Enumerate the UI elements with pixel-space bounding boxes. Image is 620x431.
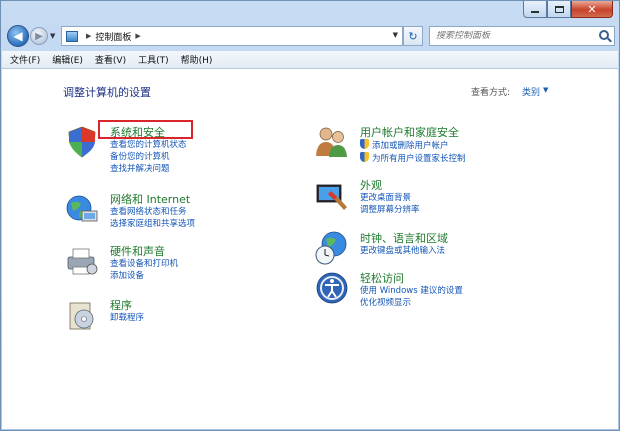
breadcrumb-chevron-icon[interactable]: ▶	[86, 32, 91, 40]
category-title[interactable]: 硬件和声音	[110, 243, 165, 259]
category-links: 查看网络状态和任务 选择家庭组和共享选项	[110, 206, 195, 230]
refresh-button[interactable]: ↻	[403, 26, 423, 46]
address-row: ◀ ▶ ▼ ▶ 控制面板 ▶ ▼ ↻	[1, 23, 619, 49]
link-network-status[interactable]: 查看网络状态和任务	[110, 206, 195, 218]
maximize-button[interactable]	[547, 1, 571, 18]
category-title[interactable]: 轻松访问	[360, 270, 404, 286]
clock-globe-icon[interactable]	[314, 230, 350, 266]
menu-edit[interactable]: 编辑(E)	[52, 53, 83, 66]
link-backup[interactable]: 备份您的计算机	[110, 151, 187, 163]
link-devices-printers[interactable]: 查看设备和打印机	[110, 258, 178, 270]
link-troubleshoot[interactable]: 查找并解决问题	[110, 163, 187, 175]
link-parental-controls[interactable]: 为所有用户设置家长控制	[360, 152, 466, 165]
category-links: 查看您的计算机状态 备份您的计算机 查找并解决问题	[110, 139, 187, 175]
link-check-status[interactable]: 查看您的计算机状态	[110, 139, 187, 151]
highlight-annotation	[98, 120, 193, 139]
view-by-label: 查看方式:	[471, 88, 511, 98]
arrow-left-icon: ◀	[13, 29, 23, 43]
printer-icon[interactable]	[64, 243, 100, 279]
menu-bar: 文件(F) 编辑(E) 查看(V) 工具(T) 帮助(H)	[2, 51, 618, 69]
category-title[interactable]: 外观	[360, 177, 382, 193]
link-optimize-display[interactable]: 优化视频显示	[360, 297, 463, 309]
control-panel-icon	[66, 30, 78, 42]
control-panel-window: ✕ ◀ ▶ ▼ ▶ 控制面板 ▶ ▼ ↻ 文件(F) 编辑(E) 查看(V	[0, 0, 620, 431]
minimize-icon	[531, 10, 539, 13]
appearance-icon[interactable]	[314, 177, 350, 213]
category-title[interactable]: 网络和 Internet	[110, 191, 190, 207]
link-homegroup[interactable]: 选择家庭组和共享选项	[110, 218, 195, 230]
address-dropdown-icon[interactable]: ▼	[393, 31, 398, 39]
caption-buttons: ✕	[523, 1, 613, 18]
search-box[interactable]	[429, 26, 615, 46]
users-icon[interactable]	[314, 124, 350, 160]
menu-help[interactable]: 帮助(H)	[181, 53, 213, 66]
chevron-down-icon[interactable]: ▼	[543, 86, 548, 94]
search-input[interactable]	[436, 31, 586, 41]
back-button[interactable]: ◀	[7, 25, 29, 47]
link-change-keyboard[interactable]: 更改键盘或其他输入法	[360, 245, 445, 257]
category-title[interactable]: 用户帐户和家庭安全	[360, 124, 459, 140]
uac-shield-icon	[360, 152, 369, 162]
programs-icon[interactable]	[64, 297, 100, 333]
breadcrumb-chevron-icon[interactable]: ▶	[135, 32, 140, 40]
close-button[interactable]: ✕	[571, 1, 613, 18]
link-add-device[interactable]: 添加设备	[110, 270, 178, 282]
close-icon: ✕	[587, 2, 597, 16]
breadcrumb-control-panel[interactable]: 控制面板	[95, 30, 131, 43]
minimize-button[interactable]	[523, 1, 547, 18]
forward-button[interactable]: ▶	[30, 27, 48, 45]
search-icon[interactable]	[599, 30, 609, 40]
category-links: 查看设备和打印机 添加设备	[110, 258, 178, 282]
shield-icon[interactable]	[64, 124, 100, 160]
category-links: 使用 Windows 建议的设置 优化视频显示	[360, 285, 463, 309]
maximize-icon	[554, 5, 564, 13]
category-links: 添加或删除用户帐户 为所有用户设置家长控制	[360, 139, 466, 165]
category-title[interactable]: 时钟、语言和区域	[360, 230, 448, 246]
category-title[interactable]: 程序	[110, 297, 132, 313]
menu-view[interactable]: 查看(V)	[95, 53, 126, 66]
content-area: 调整计算机的设置 查看方式: 类别 ▼ 系统和安全 查看您的计算机状态 备份您的…	[2, 69, 618, 429]
category-links: 更改键盘或其他输入法	[360, 245, 445, 257]
category-links: 卸载程序	[110, 312, 144, 324]
recent-pages-button[interactable]: ▼	[50, 32, 55, 40]
refresh-icon: ↻	[408, 29, 418, 43]
link-uninstall[interactable]: 卸载程序	[110, 312, 144, 324]
link-recommended-settings[interactable]: 使用 Windows 建议的设置	[360, 285, 463, 297]
link-add-remove-accounts[interactable]: 添加或删除用户帐户	[360, 139, 466, 152]
uac-shield-icon	[360, 139, 369, 149]
chevron-down-icon: ▼	[50, 32, 56, 40]
category-links: 更改桌面背景 调整屏幕分辨率	[360, 192, 420, 216]
arrow-right-icon: ▶	[35, 30, 43, 42]
view-by-dropdown[interactable]: 类别	[522, 85, 540, 98]
menu-tools[interactable]: 工具(T)	[138, 53, 169, 66]
address-bar[interactable]: ▶ 控制面板 ▶ ▼	[61, 26, 403, 46]
menu-file[interactable]: 文件(F)	[10, 53, 40, 66]
accessibility-icon[interactable]	[314, 270, 350, 306]
page-title: 调整计算机的设置	[63, 86, 151, 99]
link-desktop-background[interactable]: 更改桌面背景	[360, 192, 420, 204]
network-globe-icon[interactable]	[64, 191, 100, 227]
link-screen-resolution[interactable]: 调整屏幕分辨率	[360, 204, 420, 216]
